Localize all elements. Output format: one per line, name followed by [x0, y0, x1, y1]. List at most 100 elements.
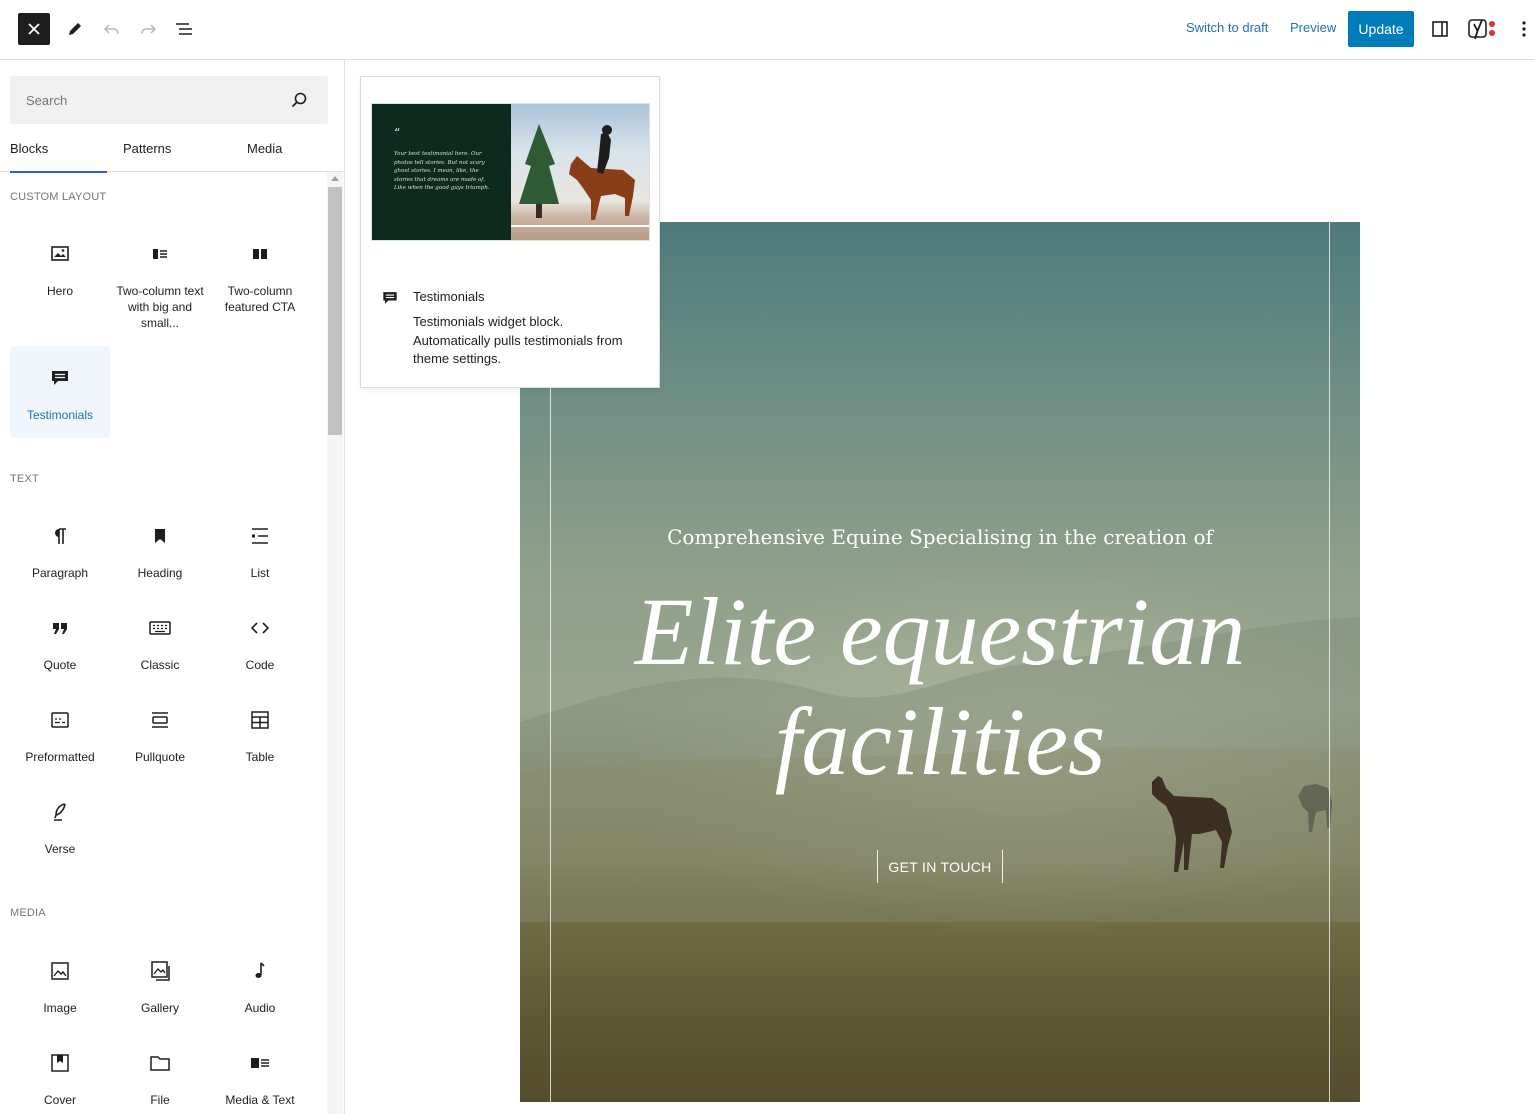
- undo-icon: [103, 24, 119, 34]
- file-icon: [150, 1056, 170, 1071]
- block-item-heading[interactable]: Heading: [110, 524, 210, 584]
- block-item-pullquote[interactable]: Pullquote: [110, 708, 210, 768]
- settings-toggle-button[interactable]: [1424, 12, 1456, 46]
- testimonial-sample-text: Your best testimonial here. Our photos t…: [394, 151, 490, 191]
- block-label: Quote: [43, 658, 77, 672]
- hero-title-line2: facilities: [774, 688, 1106, 795]
- block-item-cover[interactable]: Cover: [10, 1051, 110, 1111]
- scrollbar-thumb[interactable]: [328, 187, 342, 435]
- block-item-list[interactable]: List: [210, 524, 310, 584]
- block-item-two-column-text[interactable]: Two-column text with big and small...: [110, 242, 210, 342]
- block-item-quote[interactable]: Quote: [10, 616, 110, 676]
- hero-icon: [51, 246, 69, 261]
- undo-button[interactable]: [96, 12, 128, 46]
- tools-button[interactable]: [59, 12, 91, 46]
- block-item-image[interactable]: Image: [10, 959, 110, 1019]
- rider-and-horse-image: [511, 124, 649, 227]
- document-overview-button[interactable]: [168, 12, 200, 46]
- verse-icon: [54, 803, 66, 821]
- preview-block-title: Testimonials: [413, 289, 485, 304]
- block-label: Two-column text with big and small...: [116, 284, 204, 330]
- close-inserter-button[interactable]: [18, 13, 50, 45]
- tab-media[interactable]: Media: [247, 132, 327, 172]
- list-view-icon: [176, 23, 192, 35]
- block-item-paragraph[interactable]: Paragraph: [10, 524, 110, 584]
- close-icon: [28, 23, 40, 35]
- block-label: Table: [245, 750, 275, 764]
- update-button[interactable]: Update: [1348, 11, 1414, 47]
- block-label: Verse: [44, 842, 76, 856]
- tab-blocks[interactable]: Blocks: [10, 132, 107, 173]
- block-label: Heading: [137, 566, 183, 580]
- block-label: Cover: [43, 1093, 76, 1107]
- block-item-gallery[interactable]: Gallery: [110, 959, 210, 1019]
- block-item-classic[interactable]: Classic: [110, 616, 210, 676]
- block-item-file[interactable]: File: [110, 1051, 210, 1111]
- block-label: Code: [245, 658, 275, 672]
- preformatted-icon: [51, 712, 69, 728]
- rider-photo: [511, 104, 649, 240]
- pullquote-icon: [152, 712, 168, 728]
- audio-icon: [255, 962, 265, 978]
- block-label: Testimonials: [26, 408, 94, 422]
- cover-icon: [51, 1054, 69, 1072]
- switch-to-draft-button[interactable]: Switch to draft: [1186, 20, 1268, 35]
- preview-button[interactable]: Preview: [1290, 20, 1336, 35]
- hero-subtitle[interactable]: Comprehensive Equine Specialising in the…: [520, 525, 1360, 549]
- grassland: [520, 862, 1360, 1102]
- redo-icon: [141, 24, 157, 34]
- code-icon: [250, 622, 270, 634]
- two-column-text-icon: [153, 249, 167, 259]
- block-label: Gallery: [140, 1001, 179, 1015]
- search-icon: [291, 92, 307, 108]
- get-in-touch-button[interactable]: GET IN TOUCH: [877, 850, 1003, 883]
- block-label: Two-column featured CTA: [224, 284, 296, 314]
- block-label: Pullquote: [134, 750, 186, 764]
- block-label: List: [250, 566, 270, 580]
- block-item-testimonials[interactable]: Testimonials: [10, 346, 110, 438]
- quote-mark: “: [394, 126, 401, 140]
- yoast-seo-button[interactable]: [1464, 12, 1500, 46]
- block-item-verse[interactable]: Verse: [10, 800, 110, 860]
- two-column-cta-icon: [253, 249, 267, 259]
- image-icon: [51, 962, 69, 980]
- block-preview-popover: “ Your best testimonial here. Our photos…: [360, 76, 660, 388]
- block-item-table[interactable]: Table: [210, 708, 310, 768]
- hero-title[interactable]: Elite equestrian facilities: [520, 577, 1360, 797]
- sidebar-icon: [1432, 21, 1448, 37]
- block-label: Paragraph: [31, 566, 89, 580]
- category-title-custom-layout: CUSTOM LAYOUT: [10, 191, 107, 203]
- media-text-icon: [251, 1058, 269, 1068]
- testimonials-icon: [383, 292, 397, 304]
- list-icon: [252, 528, 268, 544]
- pencil-icon: [69, 23, 81, 35]
- tab-blocks-label: Blocks: [10, 141, 49, 156]
- paragraph-icon: [55, 528, 66, 544]
- block-item-media-text[interactable]: Media & Text: [210, 1051, 310, 1111]
- options-menu-button[interactable]: [1508, 12, 1534, 46]
- block-inserter-panel: Blocks Patterns Media CUSTOM LAYOUT Hero…: [0, 60, 345, 1114]
- tab-media-label: Media: [247, 141, 283, 156]
- category-title-media: MEDIA: [10, 907, 46, 919]
- search-input[interactable]: [10, 76, 290, 124]
- block-item-preformatted[interactable]: Preformatted: [10, 708, 110, 768]
- tab-patterns[interactable]: Patterns: [123, 132, 213, 172]
- preview-block-description: Testimonials widget block. Automatically…: [413, 314, 623, 366]
- block-label: Image: [43, 1001, 77, 1015]
- redo-button[interactable]: [132, 12, 164, 46]
- block-item-code[interactable]: Code: [210, 616, 310, 676]
- block-label: Preformatted: [25, 750, 95, 764]
- block-item-hero[interactable]: Hero: [10, 242, 110, 312]
- editor-header: Switch to draft Preview Update: [0, 0, 1534, 60]
- category-title-text: TEXT: [10, 473, 39, 485]
- gallery-icon: [151, 961, 170, 981]
- block-item-two-column-cta[interactable]: Two-column featured CTA: [210, 242, 310, 322]
- classic-icon: [149, 621, 171, 635]
- scrollbar[interactable]: [327, 172, 343, 1114]
- more-vertical-icon: [1522, 21, 1526, 37]
- hero-title-line1: Elite equestrian: [634, 578, 1246, 685]
- testimonials-preview-image: “ Your best testimonial here. Our photos…: [371, 103, 650, 241]
- block-label: Audio: [244, 1001, 276, 1015]
- scroll-up-arrow-icon[interactable]: [331, 176, 339, 181]
- block-item-audio[interactable]: Audio: [210, 959, 310, 1019]
